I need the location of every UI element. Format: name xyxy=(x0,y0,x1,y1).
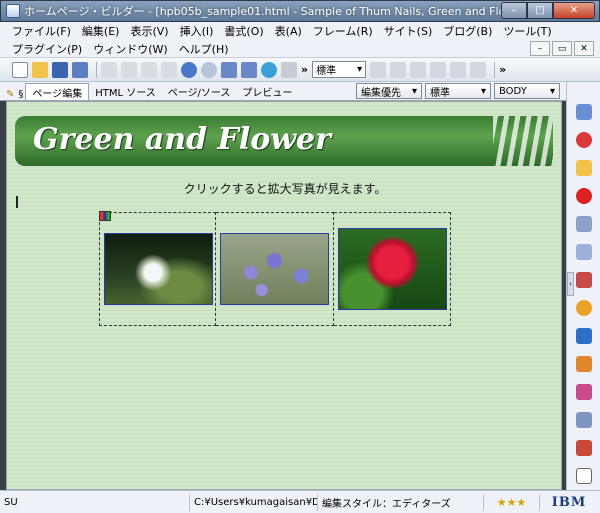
folder-icon[interactable] xyxy=(576,160,592,176)
list-icon[interactable] xyxy=(470,61,487,78)
menu-edit[interactable]: 編集(E) xyxy=(82,23,120,39)
minimize-button[interactable]: – xyxy=(501,2,527,19)
status-path: C:¥Users¥kumagaisan¥D xyxy=(190,493,318,511)
code-icon[interactable] xyxy=(576,244,592,260)
text-cursor xyxy=(16,196,18,208)
menu-file[interactable]: ファイル(F) xyxy=(12,23,71,39)
doc-close-button[interactable]: ✕ xyxy=(574,41,594,56)
link-icon: § xyxy=(18,89,24,100)
outdent-icon[interactable] xyxy=(450,61,467,78)
align-center-icon[interactable] xyxy=(390,61,407,78)
side-panel: ‹ xyxy=(566,82,600,490)
pin-icon[interactable] xyxy=(281,61,297,78)
maximize-button[interactable]: □ xyxy=(527,2,553,19)
paste-icon[interactable] xyxy=(141,61,157,78)
window-title: ホームページ・ビルダー - [hpb05b_sample01.html - Sa… xyxy=(24,5,501,18)
sticker-icon[interactable] xyxy=(576,300,592,316)
chevron-down-icon: ▾ xyxy=(480,85,486,97)
thumbnail-cell[interactable] xyxy=(216,212,334,326)
ibm-logo: IBM xyxy=(551,494,587,510)
anchor-marker-icon[interactable] xyxy=(99,211,111,221)
edit-icon[interactable] xyxy=(576,216,592,232)
undo-icon[interactable] xyxy=(181,61,197,78)
transfer-icon[interactable] xyxy=(241,61,257,78)
media-icon[interactable] xyxy=(576,440,592,456)
menu-blog[interactable]: ブログ(B) xyxy=(443,23,492,39)
view-tab-row: ✎ § ページ編集 HTML ソース ページ/ソース プレビュー 編集優先 ▾ 標… xyxy=(0,82,566,101)
thumbnail-table[interactable] xyxy=(99,211,451,326)
check-icon[interactable] xyxy=(161,61,177,78)
editor-canvas[interactable]: Green and Flower クリックすると拡大写真が見えます。 xyxy=(6,101,562,490)
doc-restore-button[interactable]: ▭ xyxy=(552,41,572,56)
style-select[interactable]: 標準 ▾ xyxy=(312,61,367,78)
align-right-icon[interactable] xyxy=(410,61,427,78)
tab-preview[interactable]: プレビュー xyxy=(236,83,298,100)
menu-table[interactable]: 表(A) xyxy=(275,23,302,39)
save-icon[interactable] xyxy=(52,61,68,78)
link-tool-icon[interactable] xyxy=(576,272,592,288)
tab-page-source[interactable]: ページ/ソース xyxy=(162,83,237,100)
main-toolbar: » 標準 ▾ » xyxy=(0,58,600,82)
list-panel-icon[interactable] xyxy=(576,412,592,428)
color-icon[interactable] xyxy=(576,132,592,148)
status-bar: SU C:¥Users¥kumagaisan¥D 編集スタイル：エディターズ ★… xyxy=(0,490,600,513)
align-left-icon[interactable] xyxy=(370,61,387,78)
redo-icon[interactable] xyxy=(201,61,217,78)
toolbar-overflow-icon-2[interactable]: » xyxy=(499,63,506,76)
page-banner[interactable]: Green and Flower xyxy=(15,116,553,166)
thumbnail-cell[interactable] xyxy=(334,212,451,326)
checkbox-icon[interactable] xyxy=(576,468,592,484)
close-button[interactable]: ✕ xyxy=(553,2,595,19)
open-folder-icon[interactable] xyxy=(32,61,48,78)
publish-icon[interactable] xyxy=(221,61,237,78)
toolbar-overflow-icon[interactable]: » xyxy=(301,63,308,76)
menu-insert[interactable]: 挿入(I) xyxy=(180,23,214,39)
menu-bar: ファイル(F) 編集(E) 表示(V) 挿入(I) 書式(O) 表(A) フレー… xyxy=(0,22,600,58)
photo-blue-thistle[interactable] xyxy=(220,233,329,305)
chevron-down-icon: ▾ xyxy=(411,85,417,97)
chevron-down-icon: ▾ xyxy=(549,85,555,97)
banner-stripes xyxy=(493,116,553,166)
new-file-icon[interactable] xyxy=(12,61,28,78)
copy-icon[interactable] xyxy=(121,61,137,78)
page-caption[interactable]: クリックすると拡大写真が見えます。 xyxy=(7,180,561,197)
save-all-icon[interactable] xyxy=(72,61,88,78)
help-icon[interactable] xyxy=(576,188,592,204)
title-bar: ホームページ・ビルダー - [hpb05b_sample01.html - Sa… xyxy=(0,0,600,22)
menu-help[interactable]: ヘルプ(H) xyxy=(179,41,229,57)
collapse-handle[interactable]: ‹ xyxy=(567,272,574,296)
cut-icon[interactable] xyxy=(101,61,117,78)
tab-page-edit[interactable]: ページ編集 xyxy=(25,83,90,100)
menu-format[interactable]: 書式(O) xyxy=(224,23,263,39)
globe-icon[interactable] xyxy=(261,61,277,78)
app-icon xyxy=(6,4,20,18)
indent-icon[interactable] xyxy=(430,61,447,78)
page-properties-icon[interactable] xyxy=(576,104,592,120)
tab-html-source[interactable]: HTML ソース xyxy=(89,83,162,100)
banner-title: Green and Flower xyxy=(33,122,331,157)
menu-frame[interactable]: フレーム(R) xyxy=(313,23,373,39)
menu-tools[interactable]: ツール(T) xyxy=(503,23,551,39)
pencil-icon: ✎ xyxy=(6,89,15,100)
menu-plugin[interactable]: プラグイン(P) xyxy=(12,41,82,57)
blog-icon[interactable] xyxy=(576,328,592,344)
menu-site[interactable]: サイト(S) xyxy=(384,23,433,39)
status-edit-style: 編集スタイル：エディターズ xyxy=(318,493,484,511)
chevron-down-icon: ▾ xyxy=(357,64,363,75)
book-icon[interactable] xyxy=(576,356,592,372)
menu-view[interactable]: 表示(V) xyxy=(130,23,168,39)
body-select[interactable]: BODY ▾ xyxy=(494,83,560,99)
status-mode: SU xyxy=(0,493,190,511)
thumbnail-cell[interactable] xyxy=(99,211,216,326)
edit-priority-select[interactable]: 編集優先 ▾ xyxy=(356,83,422,99)
photo-red-flower[interactable] xyxy=(338,228,447,310)
photo-water-lily[interactable] xyxy=(104,233,213,305)
doc-minimize-button[interactable]: – xyxy=(530,41,550,56)
rating-stars: ★★★ xyxy=(484,493,540,511)
standard-select[interactable]: 標準 ▾ xyxy=(425,83,491,99)
gallery-icon[interactable] xyxy=(576,384,592,400)
menu-window[interactable]: ウィンドウ(W) xyxy=(93,41,167,57)
